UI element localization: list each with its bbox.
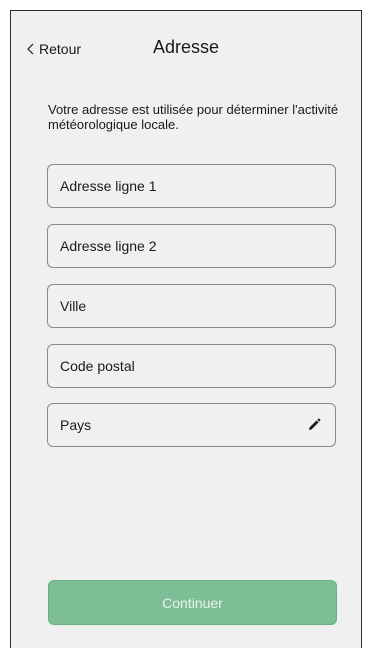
postal-code-field[interactable]: Code postal [47,344,336,388]
address-screen: Retour Adresse Votre adresse est utilisé… [10,10,362,648]
pencil-icon[interactable] [305,416,323,434]
city-field[interactable]: Ville [47,284,336,328]
continue-button[interactable]: Continuer [48,580,337,625]
country-field[interactable]: Pays [47,403,336,447]
field-label: Pays [60,417,92,433]
address-line-2-field[interactable]: Adresse ligne 2 [47,224,336,268]
intro-text: Votre adresse est utilisée pour détermin… [48,102,339,132]
field-label: Ville [60,298,87,314]
page-title: Adresse [152,37,220,57]
header: Retour Adresse [11,11,361,79]
field-label: Code postal [60,358,135,374]
address-line-1-field[interactable]: Adresse ligne 1 [47,164,336,208]
field-label: Adresse ligne 1 [60,178,157,194]
field-label: Adresse ligne 2 [60,238,157,254]
